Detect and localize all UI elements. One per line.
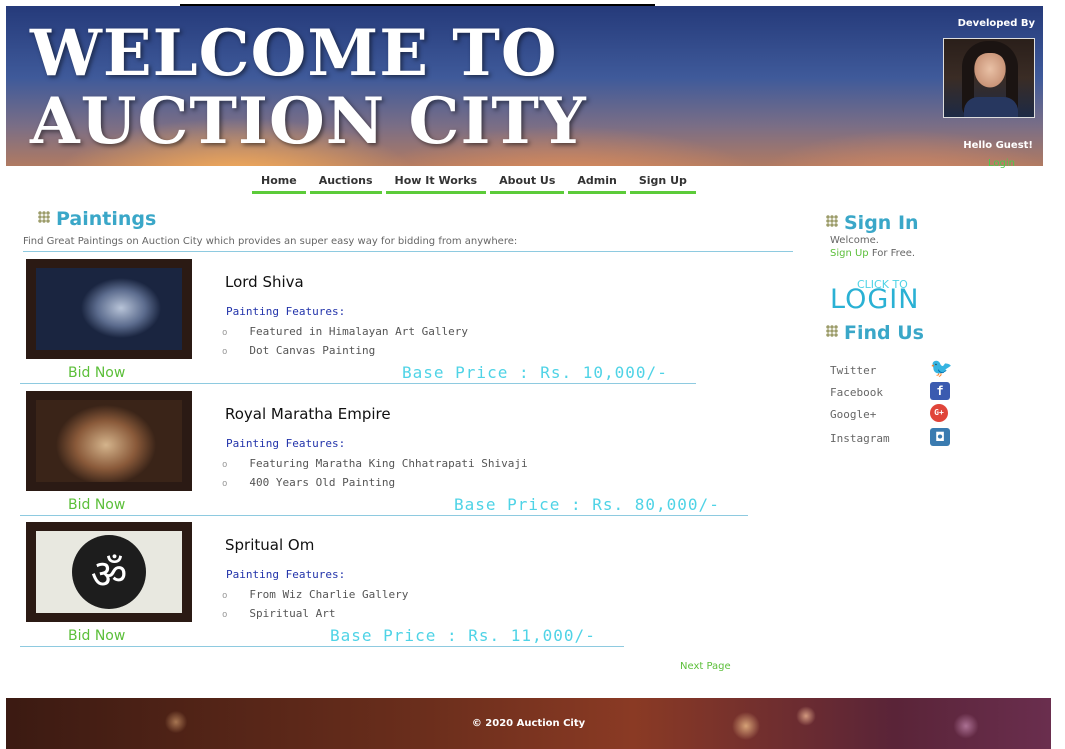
- signup-suffix: For Free.: [868, 248, 916, 259]
- bid-now-button[interactable]: Bid Now: [68, 497, 125, 513]
- nav-about-us[interactable]: About Us: [490, 172, 565, 194]
- nav-sign-up[interactable]: Sign Up: [629, 172, 696, 194]
- main-nav: Home Auctions How It Works About Us Admi…: [252, 172, 696, 194]
- nav-how-it-works[interactable]: How It Works: [385, 172, 487, 194]
- greeting-text: Hello Guest!: [963, 140, 1033, 151]
- painting-thumbnail[interactable]: [26, 259, 192, 359]
- social-link-instagram[interactable]: Instagram ◘: [830, 428, 950, 446]
- painting-title: Lord Shiva: [225, 273, 304, 291]
- base-price: Base Price : Rs. 80,000/-: [454, 495, 720, 514]
- header-login-link[interactable]: Login: [988, 158, 1015, 169]
- painting-features-label: Painting Features:: [226, 305, 346, 318]
- header-banner: WELCOME TO AUCTION CITY Developed By Hel…: [6, 6, 1043, 166]
- painting-image: [36, 268, 182, 350]
- painting-image: [36, 400, 182, 482]
- signin-text: Welcome. Sign Up For Free.: [830, 234, 915, 260]
- feature-item: Featuring Maratha King Chhatrapati Shiva…: [222, 455, 527, 474]
- painting-features-label: Painting Features:: [226, 568, 346, 581]
- painting-thumbnail[interactable]: ॐ: [26, 522, 192, 622]
- paintings-description: Find Great Paintings on Auction City whi…: [23, 236, 793, 252]
- social-label: Facebook: [830, 386, 883, 399]
- signin-title: Sign In: [826, 212, 919, 234]
- big-login-button[interactable]: LOGIN: [830, 284, 919, 315]
- feature-item: From Wiz Charlie Gallery: [222, 586, 408, 605]
- nav-home[interactable]: Home: [252, 172, 306, 194]
- painting-title: Royal Maratha Empire: [225, 405, 391, 423]
- social-link-google-plus[interactable]: Google+ G+: [830, 404, 950, 422]
- om-symbol-icon: ॐ: [72, 535, 146, 609]
- item-divider: [20, 515, 748, 516]
- base-price: Base Price : Rs. 11,000/-: [330, 626, 596, 645]
- banner-title-line1: WELCOME TO: [30, 16, 558, 91]
- feature-item: Dot Canvas Painting: [222, 342, 468, 361]
- base-price: Base Price : Rs. 10,000/-: [402, 363, 668, 382]
- social-link-twitter[interactable]: Twitter 🐦: [830, 360, 952, 378]
- painting-title: Spritual Om: [225, 536, 315, 554]
- painting-features-label: Painting Features:: [226, 437, 346, 450]
- feature-item: Featured in Himalayan Art Gallery: [222, 323, 468, 342]
- social-label: Instagram: [830, 432, 890, 445]
- signup-line: Sign Up For Free.: [830, 247, 915, 260]
- grid-icon: [38, 211, 50, 223]
- footer: © 2020 Auction City: [6, 698, 1051, 749]
- painting-image: ॐ: [36, 531, 182, 613]
- grid-icon: [826, 325, 838, 337]
- nav-auctions[interactable]: Auctions: [309, 172, 382, 194]
- developed-by-label: Developed By: [957, 18, 1035, 29]
- bid-now-button[interactable]: Bid Now: [68, 365, 125, 381]
- painting-features-list: From Wiz Charlie Gallery Spiritual Art: [222, 586, 408, 624]
- nav-admin[interactable]: Admin: [568, 172, 626, 194]
- social-link-facebook[interactable]: Facebook f: [830, 382, 950, 400]
- grid-icon: [826, 215, 838, 227]
- welcome-text: Welcome.: [830, 235, 879, 246]
- item-divider: [20, 646, 624, 647]
- next-page-link[interactable]: Next Page: [680, 661, 731, 672]
- instagram-icon[interactable]: ◘: [930, 428, 950, 446]
- banner-title-line2: AUCTION CITY: [30, 84, 587, 159]
- google-plus-icon[interactable]: G+: [930, 404, 948, 422]
- banner-title: WELCOME TO AUCTION CITY: [30, 20, 587, 156]
- item-divider: [20, 383, 696, 384]
- twitter-icon[interactable]: 🐦: [930, 360, 952, 378]
- painting-thumbnail[interactable]: [26, 391, 192, 491]
- signin-title-text: Sign In: [844, 212, 919, 234]
- developer-avatar: [943, 38, 1035, 118]
- footer-copyright: © 2020 Auction City: [471, 718, 586, 729]
- painting-features-list: Featuring Maratha King Chhatrapati Shiva…: [222, 455, 528, 493]
- bid-now-button[interactable]: Bid Now: [68, 628, 125, 644]
- feature-item: Spiritual Art: [222, 605, 408, 624]
- sidebar-signup-link[interactable]: Sign Up: [830, 248, 869, 259]
- painting-features-list: Featured in Himalayan Art Gallery Dot Ca…: [222, 323, 468, 361]
- findus-title-text: Find Us: [844, 322, 924, 344]
- findus-title: Find Us: [826, 322, 924, 344]
- avatar-shirt: [964, 97, 1018, 117]
- paintings-title: Paintings: [38, 208, 156, 230]
- social-label: Twitter: [830, 364, 877, 377]
- social-label: Google+: [830, 408, 877, 421]
- facebook-icon[interactable]: f: [930, 382, 950, 400]
- paintings-title-text: Paintings: [56, 208, 157, 230]
- feature-item: 400 Years Old Painting: [222, 474, 528, 493]
